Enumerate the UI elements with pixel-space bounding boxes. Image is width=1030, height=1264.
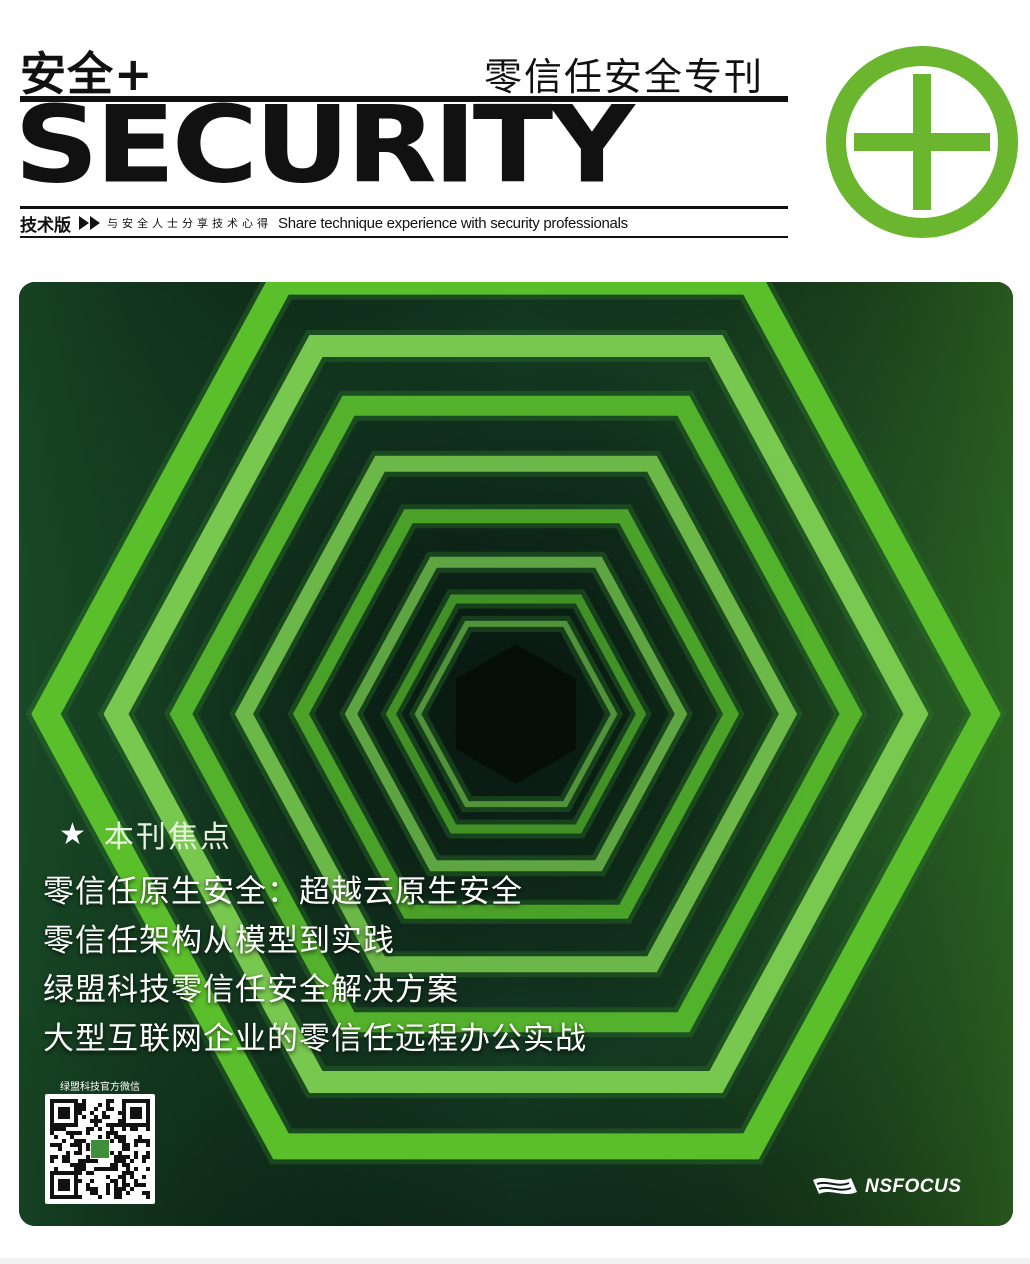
headline-item: 零信任原生安全：超越云原生安全: [43, 874, 523, 910]
flag-icon: [813, 1178, 857, 1194]
edition-label: 技术版: [20, 215, 71, 236]
masthead: 安全+ 零信任安全专刊 SECURITY 技术版 与安全人士分享技术心得 Sha…: [0, 0, 1030, 270]
slogan-en: Share technique experience with security…: [278, 214, 628, 232]
security-wordmark: SECURITY: [14, 82, 635, 207]
nsfocus-logo: NSFOCUS: [811, 1174, 961, 1200]
star-icon: ★: [59, 816, 86, 852]
hexagon-tunnel-graphic: [19, 282, 1013, 1226]
double-arrow-icon: [79, 216, 101, 230]
divider-bottom: [20, 206, 788, 209]
qr-code[interactable]: [45, 1094, 155, 1204]
focus-label: 本刊焦点: [103, 820, 232, 855]
headline-item: 绿盟科技零信任安全解决方案: [43, 972, 459, 1008]
focus-heading: ★ 本刊焦点: [59, 812, 232, 856]
headline-list: 零信任原生安全：超越云原生安全 零信任架构从模型到实践 绿盟科技零信任安全解决方…: [43, 868, 587, 1064]
plus-circle-icon: [824, 44, 1020, 240]
divider-tagline: [20, 236, 788, 238]
slogan-cn: 与安全人士分享技术心得: [107, 217, 272, 230]
company-name: NSFOCUS: [865, 1176, 962, 1197]
cover-artwork: ★ 本刊焦点 零信任原生安全：超越云原生安全 零信任架构从模型到实践 绿盟科技零…: [19, 282, 1013, 1226]
headline-item: 零信任架构从模型到实践: [43, 923, 395, 959]
headline-item: 大型互联网企业的零信任远程办公实战: [43, 1021, 587, 1057]
qr-caption: 绿盟科技官方微信: [60, 1082, 140, 1093]
tagline-row: 技术版 与安全人士分享技术心得 Share technique experien…: [20, 210, 788, 236]
page-bottom-edge: [0, 1258, 1030, 1264]
